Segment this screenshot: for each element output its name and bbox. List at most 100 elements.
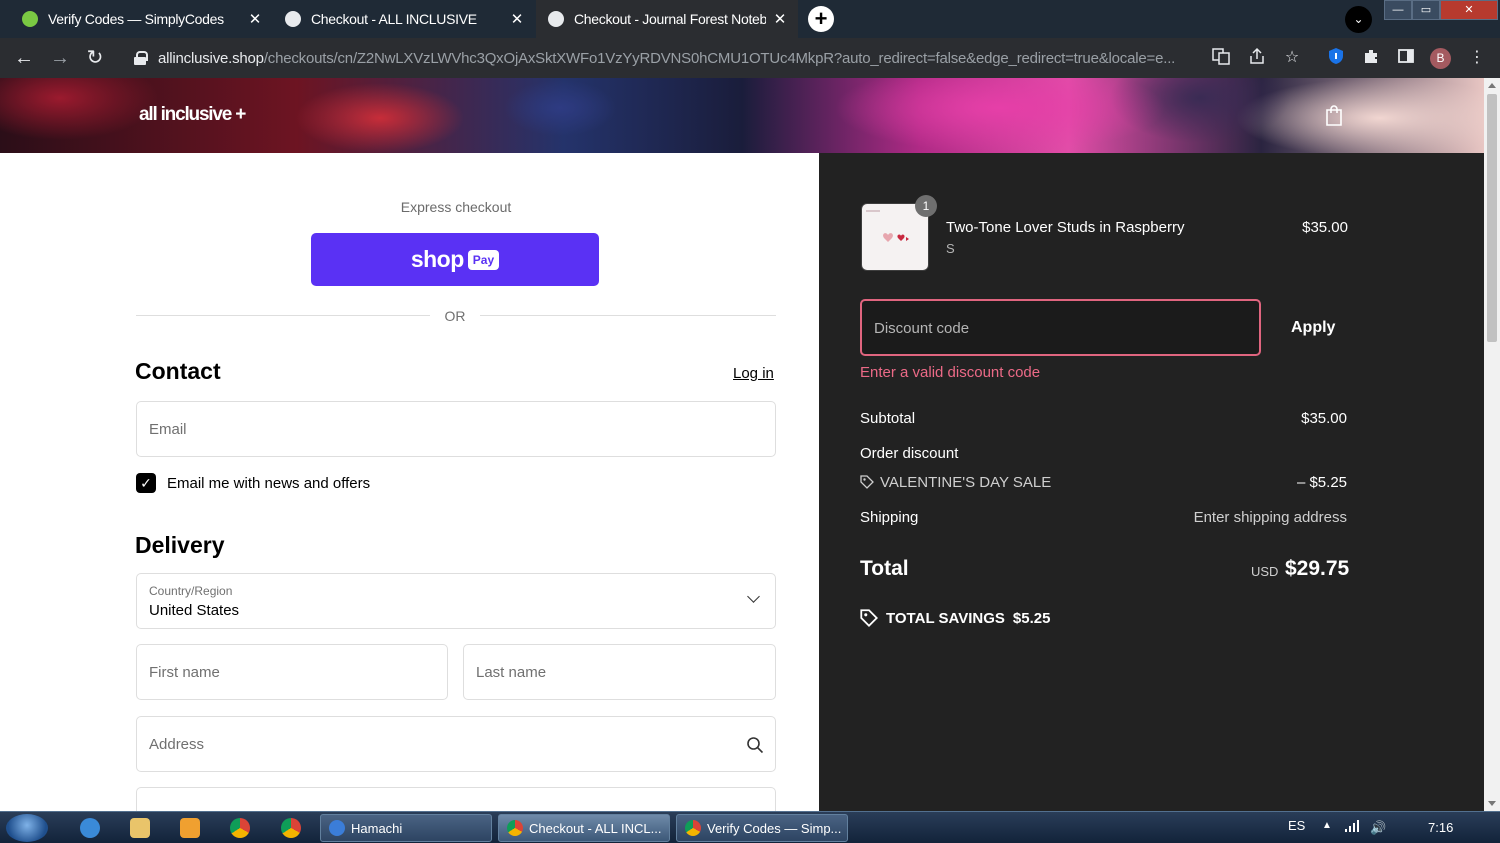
- shipping-value: Enter shipping address: [1193, 509, 1347, 526]
- shop-pay-wordmark: shop: [410, 246, 464, 272]
- windows-taskbar: Hamachi Checkout - ALL INCL... Verify Co…: [0, 811, 1500, 843]
- last-name-field[interactable]: Last name: [463, 644, 776, 700]
- tag-icon: [860, 475, 874, 489]
- discount-code-input[interactable]: Discount code: [860, 299, 1261, 356]
- address-bar[interactable]: allinclusive.shop/checkouts/cn/Z2NwLXVzL…: [120, 42, 1320, 74]
- new-tab-button[interactable]: +: [808, 6, 834, 32]
- tab-title: Verify Codes — SimplyCodes: [48, 11, 224, 27]
- chrome-icon: [685, 820, 701, 836]
- cart-bag-icon[interactable]: [1325, 104, 1343, 126]
- share-icon[interactable]: [1246, 47, 1268, 69]
- scroll-up-arrow-icon[interactable]: [1488, 83, 1496, 88]
- newsletter-checkbox[interactable]: ✓: [136, 473, 156, 493]
- url-domain: allinclusive.shop: [158, 49, 264, 67]
- close-tab-icon[interactable]: ✕: [249, 10, 262, 28]
- or-divider-label: OR: [430, 308, 480, 324]
- taskbar-item-verify-codes[interactable]: Verify Codes — Simp...: [676, 814, 848, 842]
- subtotal-value: $35.00: [1301, 410, 1347, 427]
- first-name-field[interactable]: First name: [136, 644, 448, 700]
- first-name-placeholder: First name: [149, 664, 220, 681]
- country-label: Country/Region: [149, 584, 233, 598]
- extensions-puzzle-icon[interactable]: [1360, 47, 1382, 69]
- translate-icon[interactable]: [1210, 47, 1232, 69]
- savings-label: TOTAL SAVINGS: [886, 609, 1005, 627]
- store-header-banner: all inclusive +: [0, 78, 1484, 153]
- close-tab-icon[interactable]: ✕: [774, 10, 787, 28]
- hamachi-icon: [329, 820, 345, 836]
- file-explorer-icon[interactable]: [130, 818, 150, 838]
- url-path: /checkouts/cn/Z2NwLXVzLWVhc3QxOjAxSktXWF…: [263, 49, 1176, 67]
- network-signal-icon[interactable]: [1345, 820, 1359, 835]
- chrome-icon[interactable]: [230, 818, 250, 838]
- store-logo[interactable]: all inclusive +: [139, 104, 246, 126]
- discount-value: – $5.25: [1296, 474, 1347, 491]
- taskbar-item-label: Verify Codes — Simp...: [707, 820, 842, 836]
- side-panel-icon[interactable]: [1395, 47, 1417, 69]
- subtotal-label: Subtotal: [860, 410, 916, 427]
- address-placeholder: Address: [149, 736, 205, 753]
- shipping-label: Shipping: [860, 509, 919, 526]
- tab-checkout-all-inclusive[interactable]: Checkout - ALL INCLUSIVE ✕: [273, 0, 535, 38]
- tab-title: Checkout - ALL INCLUSIVE: [311, 11, 477, 27]
- close-window-button[interactable]: ✕: [1440, 0, 1498, 20]
- taskbar-item-label: Hamachi: [351, 820, 403, 836]
- browser-tab-strip: Verify Codes — SimplyCodes ✕ Checkout - …: [0, 0, 1500, 38]
- last-name-placeholder: Last name: [476, 664, 547, 681]
- delivery-heading: Delivery: [135, 532, 225, 558]
- globe-icon: [285, 11, 301, 27]
- tag-icon: [860, 609, 878, 627]
- scroll-down-arrow-icon[interactable]: [1488, 801, 1496, 806]
- taskbar-item-checkout[interactable]: Checkout - ALL INCL...: [498, 814, 670, 842]
- taskbar-item-hamachi[interactable]: Hamachi: [320, 814, 492, 842]
- maximize-button[interactable]: ▭: [1412, 0, 1440, 20]
- page-scrollbar[interactable]: [1484, 78, 1500, 811]
- contact-heading: Contact: [135, 358, 221, 384]
- minimize-button[interactable]: —: [1384, 0, 1412, 20]
- forward-button[interactable]: →: [47, 45, 73, 71]
- discount-code-placeholder: Discount code: [874, 320, 970, 337]
- simplycodes-favicon-icon: [22, 11, 38, 27]
- shop-pay-button[interactable]: shop Pay: [311, 233, 599, 286]
- bookmark-star-icon[interactable]: ☆: [1281, 47, 1303, 69]
- quantity-badge: 1: [915, 195, 937, 217]
- show-hidden-icons-icon[interactable]: ▲: [1322, 820, 1332, 831]
- total-savings: TOTAL SAVINGS $5.25: [860, 609, 1050, 627]
- total-label: Total: [860, 557, 909, 580]
- language-indicator[interactable]: ES: [1288, 818, 1305, 833]
- profile-avatar[interactable]: B: [1430, 48, 1451, 69]
- discount-name-row: VALENTINE'S DAY SALE: [860, 474, 1051, 491]
- login-link[interactable]: Log in: [733, 365, 774, 382]
- express-checkout-title: Express checkout: [400, 199, 512, 215]
- back-button[interactable]: ←: [11, 45, 37, 71]
- country-select[interactable]: Country/Region United States: [136, 573, 776, 629]
- chrome-canary-icon[interactable]: [281, 818, 301, 838]
- taskbar-item-label: Checkout - ALL INCL...: [529, 820, 662, 836]
- shop-pay-badge: Pay: [467, 249, 500, 270]
- clock-time[interactable]: 7:16: [1428, 820, 1453, 835]
- media-player-icon[interactable]: [180, 818, 200, 838]
- newsletter-label[interactable]: Email me with news and offers: [167, 475, 370, 492]
- total-currency: USD: [1251, 564, 1279, 579]
- chevron-down-icon: [747, 590, 760, 603]
- tab-search-button[interactable]: ⌄: [1345, 6, 1372, 33]
- apply-discount-button[interactable]: Apply: [1291, 319, 1335, 337]
- internet-explorer-icon[interactable]: [80, 818, 100, 838]
- reload-button[interactable]: ↻: [82, 45, 108, 71]
- country-value: United States: [149, 602, 240, 619]
- volume-icon[interactable]: 🔊: [1370, 820, 1386, 836]
- tab-checkout-journal[interactable]: Checkout - Journal Forest Notebo ✕: [536, 0, 798, 38]
- close-tab-icon[interactable]: ✕: [511, 10, 524, 28]
- address-field[interactable]: Address: [136, 716, 776, 772]
- product-variant: S: [946, 241, 955, 256]
- product-name: Two-Tone Lover Studs in Raspberry: [946, 219, 1185, 236]
- scrollbar-thumb[interactable]: [1487, 94, 1497, 342]
- email-placeholder: Email: [149, 421, 187, 438]
- search-icon: [747, 737, 764, 754]
- password-manager-icon[interactable]: [1325, 47, 1347, 69]
- product-price: $35.00: [1302, 219, 1348, 236]
- tab-verify-codes[interactable]: Verify Codes — SimplyCodes ✕: [10, 0, 273, 38]
- email-field[interactable]: Email: [136, 401, 776, 457]
- browser-menu-icon[interactable]: ⋮: [1466, 47, 1488, 69]
- start-button[interactable]: [6, 814, 48, 842]
- total-amount: $29.75: [1285, 557, 1350, 580]
